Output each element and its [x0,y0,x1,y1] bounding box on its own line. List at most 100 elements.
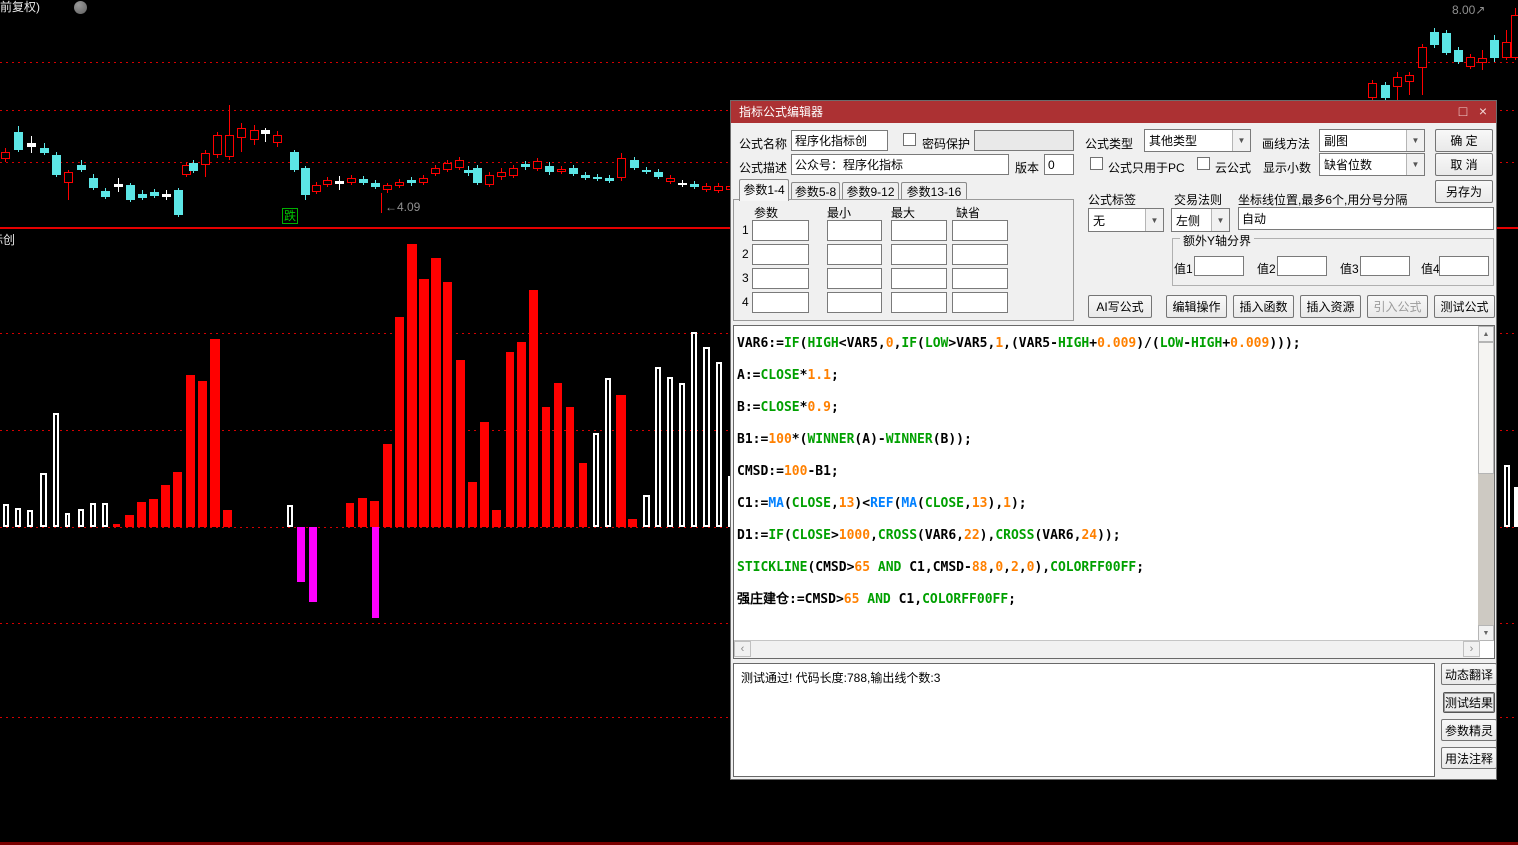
chevron-down-icon[interactable]: ▼ [1406,130,1424,151]
chevron-down-icon[interactable]: ▼ [1211,209,1229,231]
dialog-titlebar[interactable]: 指标公式编辑器 □ × [731,101,1496,123]
candle [509,168,518,176]
candle [569,168,578,174]
candle [419,178,428,183]
scroll-right-icon[interactable]: › [1463,641,1480,657]
param-input-r3-c2[interactable] [827,268,882,289]
cloud-formula-checkbox[interactable] [1197,157,1210,170]
candle [630,160,639,168]
candle [1478,58,1487,63]
insert-function-button[interactable]: 插入函数 [1233,295,1294,318]
formula-tag-select[interactable]: 无 ▼ [1088,208,1164,232]
candle [545,166,554,172]
indicator-bar [27,510,33,527]
version-input[interactable] [1044,154,1074,175]
insert-resource-button[interactable]: 插入资源 [1300,295,1361,318]
param-wizard-button[interactable]: 参数精灵 [1441,719,1497,741]
param-input-r1-c1[interactable] [752,220,809,241]
formula-desc-input[interactable] [791,154,1009,175]
coord-line-input[interactable] [1238,207,1494,230]
y-value-input-1[interactable] [1194,256,1244,276]
chevron-down-icon[interactable]: ▼ [1232,130,1250,151]
indicator-bar [407,244,417,527]
candle [702,186,711,190]
trade-rule-select[interactable]: 左侧 ▼ [1171,208,1230,232]
test-formula-button[interactable]: 测试公式 [1434,295,1495,318]
indicator-bar [358,498,367,527]
indicator-bar [716,362,722,527]
indicator-bar [703,347,710,527]
chevron-down-icon[interactable]: ▼ [1406,154,1424,175]
param-input-r2-c4[interactable] [952,244,1008,265]
candle [14,132,23,150]
usage-notes-button[interactable]: 用法注释 [1441,747,1497,769]
y-value-label: 值1 [1174,262,1193,276]
scroll-left-icon[interactable]: ‹ [734,641,751,657]
scroll-down-icon[interactable]: ▼ [1478,625,1494,641]
param-input-r2-c1[interactable] [752,244,809,265]
ai-write-button[interactable]: AI写公式 [1088,295,1152,318]
indicator-bar [186,375,195,527]
pc-only-checkbox[interactable] [1090,157,1103,170]
param-input-r4-c3[interactable] [891,292,947,313]
param-row-number: 3 [742,271,749,285]
code-line: B1:=100*(WINNER(A)-WINNER(B)); [737,432,972,447]
test-result-button[interactable]: 测试结果 [1443,692,1495,713]
formula-name-input[interactable] [791,130,888,151]
close-icon[interactable]: × [1474,101,1492,123]
param-input-r4-c2[interactable] [827,292,882,313]
indicator-bar [517,342,526,527]
password-protect-checkbox[interactable] [903,133,916,146]
formula-type-select[interactable]: 其他类型 ▼ [1144,129,1251,152]
tab-参数1-4[interactable]: 参数1-4 [739,179,789,201]
y-value-input-2[interactable] [1277,256,1327,276]
indicator-bar [309,527,317,602]
maximize-icon[interactable]: □ [1454,101,1472,123]
save-as-button[interactable]: 另存为 [1435,180,1493,203]
edit-ops-button[interactable]: 编辑操作 [1166,295,1227,318]
vertical-scrollbar[interactable]: ▲ ▼ [1478,326,1494,641]
candle [201,153,210,165]
indicator-bar [628,519,637,527]
indicator-name-label: 标创 [0,233,16,247]
candle [162,194,171,197]
indicator-bar [125,515,134,527]
indicator-bar [529,290,538,527]
decimals-select[interactable]: 缺省位数 ▼ [1319,153,1425,176]
candle [64,172,73,183]
high-price-annotation: 8.00↗ [1452,3,1486,17]
param-input-r4-c1[interactable] [752,292,809,313]
param-input-r3-c4[interactable] [952,268,1008,289]
chevron-down-icon[interactable]: ▼ [1145,209,1163,231]
extra-y-axis-group-label: 额外Y轴分界 [1180,232,1255,249]
cancel-button[interactable]: 取 消 [1435,153,1493,176]
param-input-r3-c1[interactable] [752,268,809,289]
indicator-bar [579,463,587,527]
param-input-r1-c3[interactable] [891,220,947,241]
scrollbar-thumb[interactable] [1478,342,1494,474]
formula-desc-label: 公式描述 [739,161,788,175]
candle [89,178,98,188]
draw-method-select[interactable]: 副图 ▼ [1319,129,1425,152]
horizontal-scrollbar[interactable]: ‹ › [734,640,1480,658]
scroll-up-icon[interactable]: ▲ [1478,326,1494,342]
ok-button[interactable]: 确 定 [1435,129,1493,152]
candle [654,172,663,177]
param-input-r4-c4[interactable] [952,292,1008,313]
version-label: 版本 [1015,161,1040,175]
candle [261,130,270,134]
adjust-badge-icon[interactable] [74,1,87,14]
code-line: A:=CLOSE*1.1; [737,368,839,383]
formula-code-editor[interactable]: VAR6:=IF(HIGH<VAR5,0,IF(LOW>VAR5,1,(VAR5… [733,325,1495,659]
param-input-r3-c3[interactable] [891,268,947,289]
param-input-r2-c3[interactable] [891,244,947,265]
candle [455,160,464,168]
param-input-r2-c2[interactable] [827,244,882,265]
dynamic-translate-button[interactable]: 动态翻译 [1441,663,1497,685]
y-value-input-3[interactable] [1360,256,1410,276]
param-col-header: 最大 [891,206,916,220]
param-input-r1-c4[interactable] [952,220,1008,241]
param-input-r1-c2[interactable] [827,220,882,241]
y-value-input-4[interactable] [1439,256,1489,276]
candle [77,165,86,170]
